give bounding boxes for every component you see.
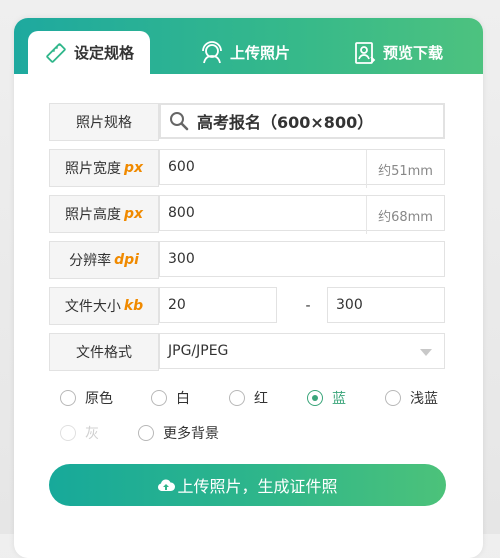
radio-white[interactable] (151, 390, 167, 406)
spec-value: 高考报名（600×800） (197, 113, 374, 132)
search-icon (170, 112, 189, 131)
bg-option-original[interactable]: 原色 (60, 388, 151, 408)
bg-option-light-blue[interactable]: 浅蓝 (385, 388, 438, 408)
upload-generate-label: 上传照片，生成证件照 (177, 477, 338, 496)
width-mm-note: 约51mm (366, 150, 444, 188)
resolution-row: 分辨率 dpi 300 (49, 241, 445, 279)
background-options-row-1: 原色 白 红 蓝 浅蓝 (60, 388, 438, 408)
bg-option-blue[interactable]: 蓝 (307, 388, 385, 408)
resolution-input[interactable]: 300 (159, 241, 445, 277)
cloud-upload-icon (158, 479, 176, 491)
filesize-unit: kb (123, 298, 144, 314)
height-label: 照片高度 px (49, 195, 159, 233)
radio-original[interactable] (60, 390, 76, 406)
width-unit: px (123, 160, 144, 176)
height-value: 800 (168, 205, 195, 221)
filesize-label: 文件大小 kb (49, 287, 159, 325)
tab-preview[interactable]: 预览下载 (353, 31, 443, 74)
spec-row: 照片规格 高考报名（600×800） (49, 103, 445, 141)
resolution-unit: dpi (114, 252, 139, 268)
radio-gray (60, 425, 76, 441)
tab-upload-label: 上传照片 (230, 44, 291, 62)
tab-spec-label: 设定规格 (73, 44, 134, 62)
width-label: 照片宽度 px (49, 149, 159, 187)
filesize-separator: - (305, 298, 311, 314)
id-photo-icon (355, 41, 376, 64)
background-options-row-2: 灰 更多背景 (60, 423, 219, 443)
ruler-icon (46, 42, 66, 63)
width-input[interactable]: 600 约51mm (159, 149, 445, 188)
radio-light-blue[interactable] (385, 390, 401, 406)
height-row: 照片高度 px 800 约68mm (49, 195, 445, 234)
spec-label: 照片规格 (49, 103, 159, 141)
width-row: 照片宽度 px 600 约51mm (49, 149, 445, 188)
tab-upload[interactable]: 上传照片 (200, 31, 290, 74)
spec-search-input[interactable]: 高考报名（600×800） (159, 103, 445, 139)
format-label: 文件格式 (49, 333, 159, 371)
caret-down-icon (420, 349, 432, 356)
bg-option-white[interactable]: 白 (151, 388, 229, 408)
resolution-label: 分辨率 dpi (49, 241, 159, 279)
format-value: JPG/JPEG (168, 343, 229, 359)
upload-generate-button[interactable]: 上传照片，生成证件照 (49, 464, 446, 506)
filesize-min-input[interactable]: 20 (159, 287, 277, 323)
height-input[interactable]: 800 约68mm (159, 195, 445, 234)
bg-option-gray: 灰 (60, 423, 138, 443)
tab-bar: 设定规格 上传照片 预览下载 (14, 18, 483, 74)
filesize-row: 文件大小 kb 20 - 300 (49, 287, 445, 325)
radio-more[interactable] (138, 425, 154, 441)
tab-spec[interactable]: 设定规格 (28, 31, 150, 74)
radio-red[interactable] (229, 390, 245, 406)
format-row: 文件格式 JPG/JPEG (49, 333, 445, 371)
filesize-min-value: 20 (168, 297, 186, 313)
radio-blue[interactable] (307, 390, 323, 406)
height-unit: px (123, 206, 144, 222)
filesize-max-value: 300 (336, 297, 363, 313)
tab-preview-label: 预览下载 (383, 44, 444, 62)
width-value: 600 (168, 159, 195, 175)
filesize-max-input[interactable]: 300 (327, 287, 445, 323)
bg-option-red[interactable]: 红 (229, 388, 307, 408)
avatar-upload-icon (202, 40, 222, 63)
height-mm-note: 约68mm (366, 196, 444, 234)
resolution-value: 300 (168, 251, 195, 267)
id-photo-panel: 设定规格 上传照片 预览下载 照片规格 高考报名（600×800） 照片宽度 p… (14, 18, 483, 558)
format-select[interactable]: JPG/JPEG (159, 333, 445, 369)
bg-option-more[interactable]: 更多背景 (138, 423, 219, 443)
